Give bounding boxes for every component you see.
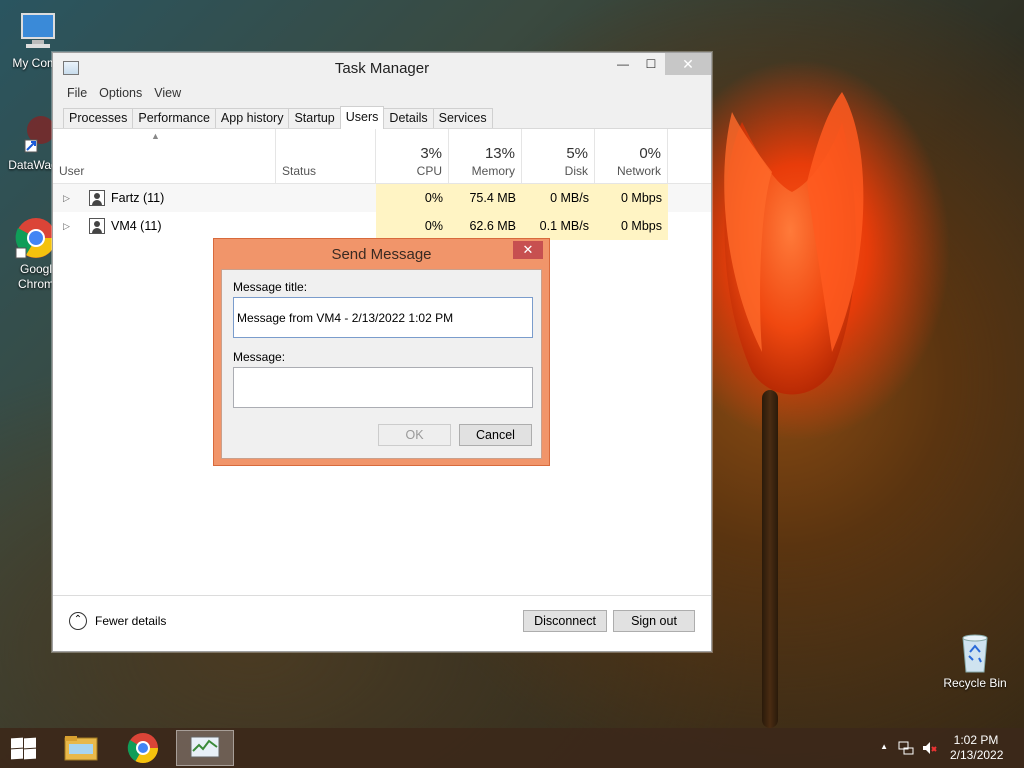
tab-services[interactable]: Services [432, 108, 493, 128]
minimize-button[interactable]: — [609, 53, 637, 75]
taskbar-task-manager[interactable] [176, 730, 234, 766]
volume-muted-icon[interactable] [922, 740, 938, 756]
column-cpu[interactable]: 3% CPU [376, 129, 449, 184]
user-name: Fartz (11) [111, 191, 165, 205]
ok-button[interactable]: OK [378, 424, 451, 446]
tab-startup[interactable]: Startup [288, 108, 341, 128]
table-row[interactable]: ▷ Fartz (11) 0% 75.4 MB 0 MB/s 0 Mbps [53, 184, 711, 212]
dialog-title: Send Message [331, 246, 432, 263]
tab-strip: Processes Performance App history Startu… [53, 105, 711, 129]
windows-logo-icon [11, 737, 37, 760]
disk-total: 5% [566, 145, 588, 162]
message-label: Message: [233, 350, 286, 364]
disk-value: 0 MB/s [522, 184, 595, 212]
menu-options[interactable]: Options [93, 83, 148, 105]
user-icon [89, 190, 105, 206]
close-button[interactable]: ✕ [665, 53, 711, 75]
cancel-button[interactable]: Cancel [459, 424, 532, 446]
menu-bar: File Options View [53, 83, 711, 105]
wallpaper-stem [762, 390, 778, 728]
column-disk[interactable]: 5% Disk [522, 129, 595, 184]
tab-performance[interactable]: Performance [132, 108, 216, 128]
memory-total: 13% [484, 145, 515, 162]
send-message-dialog: Send Message ✕ Message title: Message: O… [213, 238, 550, 466]
footer: ⌃ Fewer details Disconnect Sign out [53, 595, 711, 651]
sign-out-button[interactable]: Sign out [613, 610, 695, 632]
dialog-close-button[interactable]: ✕ [513, 241, 543, 259]
column-label: User [59, 164, 85, 178]
cpu-total: 3% [420, 145, 442, 162]
network-value: 0 Mbps [595, 212, 668, 240]
menu-view[interactable]: View [148, 83, 187, 105]
tab-users[interactable]: Users [339, 106, 385, 129]
clock[interactable]: 1:02 PM 2/13/2022 [950, 733, 1004, 763]
computer-icon [16, 10, 60, 54]
dialog-title-bar[interactable]: Send Message ✕ [214, 239, 549, 267]
recycle-bin-icon [953, 630, 997, 674]
chrome-icon [127, 733, 158, 764]
show-hidden-icons-icon[interactable]: ▲ [880, 742, 888, 751]
column-network[interactable]: 0% Network [595, 129, 668, 184]
column-status[interactable]: Status [276, 129, 376, 184]
taskbar: ▲ 1:02 PM 2/13/2022 [0, 728, 1024, 768]
expand-arrow-icon[interactable]: ▷ [63, 184, 70, 212]
disk-value: 0.1 MB/s [522, 212, 595, 240]
sort-ascending-icon: ▲ [151, 131, 160, 141]
disconnect-button[interactable]: Disconnect [523, 610, 607, 632]
task-manager-icon [190, 736, 220, 758]
clock-time: 1:02 PM [953, 733, 999, 747]
network-icon[interactable] [898, 740, 914, 756]
tab-details[interactable]: Details [383, 108, 434, 128]
column-label: Disk [564, 164, 588, 178]
message-title-label: Message title: [233, 280, 308, 294]
table-row[interactable]: ▷ VM4 (11) 0% 62.6 MB 0.1 MB/s 0 Mbps [53, 212, 711, 240]
taskbar-chrome[interactable] [120, 730, 166, 766]
message-title-input[interactable] [233, 297, 533, 338]
taskbar-file-explorer[interactable] [58, 730, 104, 766]
cpu-value: 0% [376, 184, 449, 212]
network-value: 0 Mbps [595, 184, 668, 212]
title-bar[interactable]: Task Manager — ☐ ✕ [53, 53, 711, 83]
chevron-up-icon: ⌃ [69, 612, 87, 630]
clock-date: 2/13/2022 [950, 748, 1004, 762]
column-label: Memory [471, 164, 515, 178]
table-header: ▲ User Status 3% CPU 13% Memory 5% Disk … [53, 129, 711, 184]
desktop-icon-recycle-bin[interactable]: Recycle Bin [938, 630, 1012, 691]
desktop-icon-label: Recycle Bin [943, 676, 1007, 690]
dialog-body: Message title: Message: OK Cancel [221, 269, 542, 459]
fewer-details-toggle[interactable]: ⌃ Fewer details [69, 612, 166, 630]
maximize-button[interactable]: ☐ [637, 53, 665, 75]
datawag-icon [11, 112, 55, 156]
memory-value: 75.4 MB [449, 184, 522, 212]
column-label: CPU [416, 164, 442, 178]
start-button[interactable] [0, 730, 48, 766]
network-total: 0% [639, 145, 661, 162]
column-user[interactable]: ▲ User [53, 129, 276, 184]
tab-app-history[interactable]: App history [214, 108, 290, 128]
column-memory[interactable]: 13% Memory [449, 129, 522, 184]
message-input[interactable] [233, 367, 533, 408]
column-label: Network [616, 164, 661, 178]
memory-value: 62.6 MB [449, 212, 522, 240]
fewer-details-label: Fewer details [95, 614, 167, 628]
menu-file[interactable]: File [61, 83, 93, 105]
tab-processes[interactable]: Processes [63, 108, 134, 128]
user-icon [89, 218, 105, 234]
cpu-value: 0% [376, 212, 449, 240]
wallpaper-tulip [724, 92, 864, 395]
folder-icon [64, 736, 98, 761]
column-label: Status [282, 164, 317, 178]
user-name: VM4 (11) [111, 219, 162, 233]
expand-arrow-icon[interactable]: ▷ [63, 212, 70, 240]
